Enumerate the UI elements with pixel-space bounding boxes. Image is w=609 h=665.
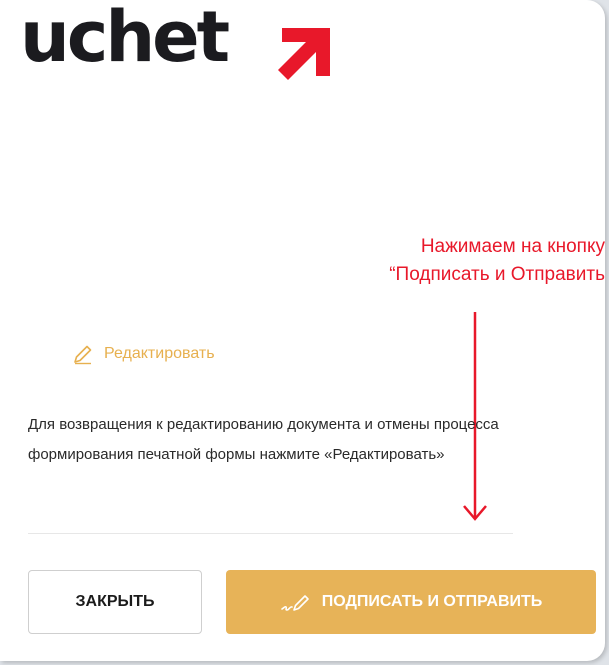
instruction-annotation: Нажимаем на кнопку “Подписать и Отправит… xyxy=(305,233,605,289)
edit-link[interactable]: Редактировать xyxy=(72,343,215,365)
annotation-line-1: Нажимаем на кнопку xyxy=(420,236,605,257)
edit-description: Для возвращения к редактированию докумен… xyxy=(28,416,499,463)
pencil-icon xyxy=(74,345,92,365)
sign-button-label: ПОДПИСАТЬ И ОТПРАВИТЬ xyxy=(321,593,543,610)
annotation-line-2: “Подписать и Отправить xyxy=(389,264,605,285)
close-button[interactable]: ЗАКРЫТЬ xyxy=(28,570,202,634)
sign-and-send-button[interactable]: ПОДПИСАТЬ И ОТПРАВИТЬ xyxy=(226,570,596,634)
arrow-up-right-icon xyxy=(278,28,330,80)
dialog-card: uchet Нажимаем на кнопку “Подписать и От… xyxy=(0,0,605,661)
edit-link-label: Редактировать xyxy=(104,345,215,362)
logo-text: uchet xyxy=(20,0,230,78)
divider xyxy=(28,533,513,534)
signature-icon xyxy=(280,595,309,611)
